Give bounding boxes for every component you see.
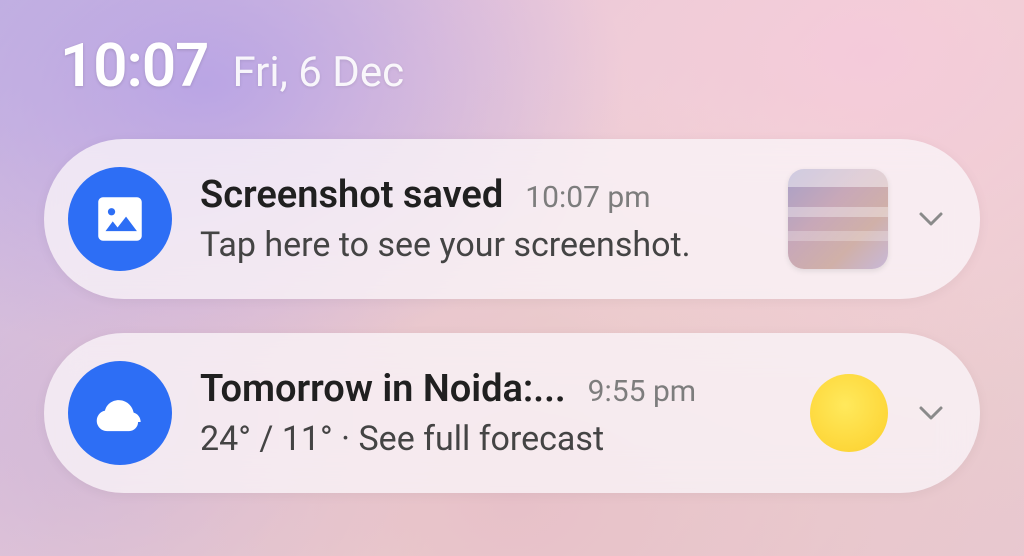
notification-weather[interactable]: Tomorrow in Noida:... 9:55 pm 24° / 11° … xyxy=(44,333,980,493)
notification-list: Screenshot saved 10:07 pm Tap here to se… xyxy=(0,101,1024,493)
clock-time: 10:07 xyxy=(60,30,208,101)
notification-text: Tomorrow in Noida:... 9:55 pm 24° / 11° … xyxy=(172,367,810,459)
clock-date: Fri, 6 Dec xyxy=(232,48,404,97)
chevron-down-icon[interactable] xyxy=(918,400,944,426)
picture-icon xyxy=(68,167,172,271)
notification-timestamp: 9:55 pm xyxy=(588,374,696,409)
notification-text: Screenshot saved 10:07 pm Tap here to se… xyxy=(172,173,788,265)
notification-timestamp: 10:07 pm xyxy=(525,180,650,215)
notification-screenshot[interactable]: Screenshot saved 10:07 pm Tap here to se… xyxy=(44,139,980,299)
notification-title: Tomorrow in Noida:... xyxy=(200,367,566,411)
chevron-down-icon[interactable] xyxy=(918,206,944,232)
notification-body: 24° / 11° · See full forecast xyxy=(200,419,794,459)
notification-title: Screenshot saved xyxy=(200,173,503,217)
cloud-icon xyxy=(68,361,172,465)
screenshot-thumbnail[interactable] xyxy=(788,169,888,269)
notification-body: Tap here to see your screenshot. xyxy=(200,225,772,265)
status-bar: 10:07 Fri, 6 Dec xyxy=(0,0,1024,101)
sun-icon xyxy=(810,374,888,452)
